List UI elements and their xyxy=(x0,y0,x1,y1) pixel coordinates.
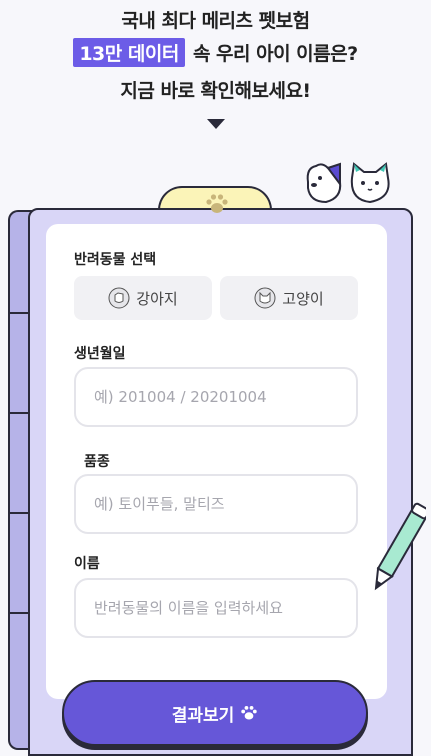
breed-label: 품종 xyxy=(84,454,110,470)
pet-name-input[interactable] xyxy=(74,578,358,638)
cat-icon xyxy=(254,287,276,309)
birth-label: 생년월일 xyxy=(74,346,126,362)
dog-cat-illustration xyxy=(306,162,390,204)
pencil-icon xyxy=(374,502,426,591)
dog-icon xyxy=(306,162,342,204)
cat-icon xyxy=(350,162,390,204)
hero-line-2: 13만 데이터 속 우리 아이 이름은? xyxy=(0,38,431,67)
hero-line-2-rest: 속 우리 아이 이름은? xyxy=(192,43,358,65)
birth-date-input[interactable] xyxy=(74,367,358,427)
option-cat-button[interactable]: 고양이 xyxy=(220,276,358,320)
chevron-down-icon xyxy=(207,119,225,129)
paw-icon xyxy=(241,706,257,720)
option-dog-button[interactable]: 강아지 xyxy=(74,276,212,320)
breed-input[interactable] xyxy=(74,474,358,534)
submit-label: 결과보기 xyxy=(171,705,235,726)
dog-icon xyxy=(108,287,130,309)
show-result-button[interactable]: 결과보기 xyxy=(62,680,368,746)
hero-highlight: 13만 데이터 xyxy=(73,38,185,67)
paw-icon xyxy=(206,194,228,213)
option-cat-label: 고양이 xyxy=(282,289,324,308)
option-dog-label: 강아지 xyxy=(136,289,178,308)
hero-line-3: 지금 바로 확인해보세요! xyxy=(120,80,311,102)
name-label: 이름 xyxy=(74,556,100,572)
pet-type-label: 반려동물 선택 xyxy=(74,252,157,268)
hero-line-1: 국내 최다 메리츠 펫보험 xyxy=(121,10,310,32)
